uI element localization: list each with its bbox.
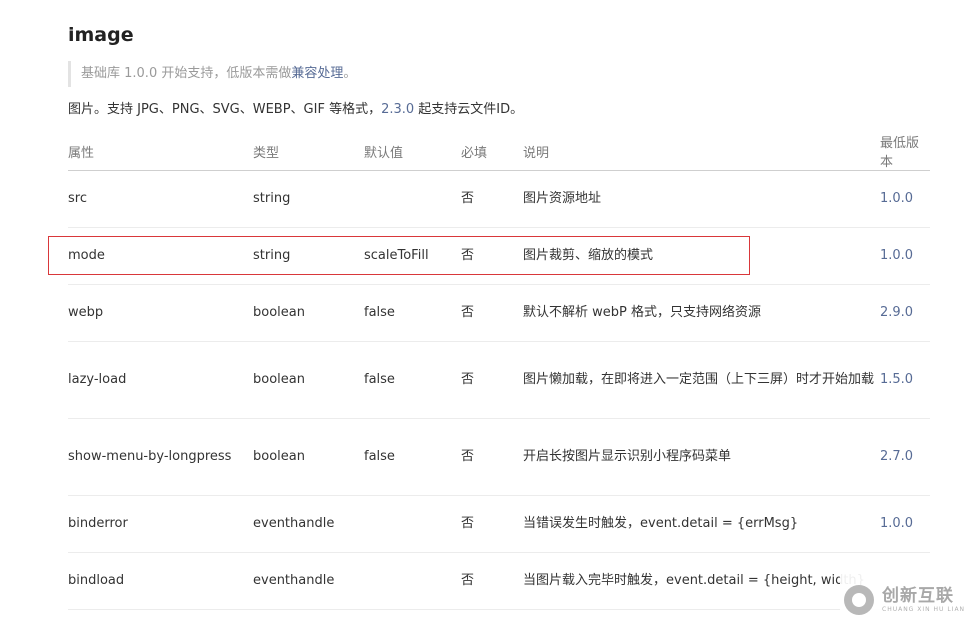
header-attr: 属性 [68, 132, 253, 171]
cell-required: 否 [461, 495, 523, 553]
cell-required: 否 [461, 227, 523, 285]
header-required: 必填 [461, 132, 523, 171]
cell-attr: mode [68, 227, 253, 285]
cell-default: false [364, 284, 461, 342]
header-desc: 说明 [523, 132, 880, 171]
notice-suffix: 。 [343, 66, 357, 81]
cell-version: 1.5.0 [880, 341, 930, 419]
attributes-table: 属性 类型 默认值 必填 说明 最低版本 src string 否 图片资源地址… [68, 132, 930, 610]
cell-desc: 默认不解析 webP 格式，只支持网络资源 [523, 284, 880, 342]
page-title: image [68, 24, 134, 46]
cell-type: string [253, 227, 364, 285]
cell-required: 否 [461, 284, 523, 342]
cell-default: false [364, 418, 461, 496]
header-type: 类型 [253, 132, 364, 171]
brand-text: 创新互联 CHUANG XIN HU LIAN [882, 586, 965, 614]
cell-default: false [364, 341, 461, 419]
cell-required: 否 [461, 418, 523, 496]
header-default: 默认值 [364, 132, 461, 171]
cell-default [364, 170, 461, 228]
brand-name-en: CHUANG XIN HU LIAN [882, 606, 966, 613]
compat-link[interactable]: 兼容处理 [291, 66, 343, 81]
cell-attr: lazy-load [68, 341, 253, 419]
cell-type: eventhandle [253, 552, 364, 610]
table-row: binderror eventhandle 否 当错误发生时触发，event.d… [68, 495, 930, 553]
cell-desc: 当图片载入完毕时触发，event.detail = {height, width… [523, 552, 880, 610]
cell-version: 2.9.0 [880, 284, 930, 342]
cell-type: boolean [253, 284, 364, 342]
table-row: show-menu-by-longpress boolean false 否 开… [68, 418, 930, 496]
cell-type: boolean [253, 341, 364, 419]
cell-attr: binderror [68, 495, 253, 553]
table-row: bindload eventhandle 否 当图片载入完毕时触发，event.… [68, 552, 930, 610]
desc-suffix: 起支持云文件ID。 [414, 102, 524, 117]
cell-desc: 当错误发生时触发，event.detail = {errMsg} [523, 495, 880, 553]
table-header-row: 属性 类型 默认值 必填 说明 最低版本 [68, 132, 930, 171]
cell-attr: webp [68, 284, 253, 342]
cell-default: scaleToFill [364, 227, 461, 285]
cell-version: 2.7.0 [880, 418, 930, 496]
table-row: src string 否 图片资源地址 1.0.0 [68, 170, 930, 228]
cell-version: 1.0.0 [880, 495, 930, 553]
header-version: 最低版本 [880, 132, 930, 171]
desc-text: 图片。支持 JPG、PNG、SVG、WEBP、GIF 等格式， [68, 102, 382, 117]
cell-default [364, 495, 461, 553]
cell-desc: 图片资源地址 [523, 170, 880, 228]
table-row: webp boolean false 否 默认不解析 webP 格式，只支持网络… [68, 284, 930, 342]
desc-version: 2.3.0 [381, 102, 415, 117]
cell-required: 否 [461, 552, 523, 610]
cell-attr: src [68, 170, 253, 228]
cell-desc: 图片懒加载，在即将进入一定范围（上下三屏）时才开始加载 [523, 341, 880, 419]
cell-attr: show-menu-by-longpress [68, 418, 253, 496]
brand-name-cn: 创新互联 [882, 586, 954, 606]
cell-desc: 图片裁剪、缩放的模式 [523, 227, 880, 285]
cell-version: 1.0.0 [880, 227, 930, 285]
cell-default [364, 552, 461, 610]
cell-desc: 开启长按图片显示识别小程序码菜单 [523, 418, 880, 496]
table-row: mode string scaleToFill 否 图片裁剪、缩放的模式 1.0… [68, 227, 930, 285]
notice-text: 基础库 1.0.0 开始支持，低版本需做 [81, 66, 292, 81]
brand-logo-icon [844, 585, 874, 615]
cell-type: string [253, 170, 364, 228]
cell-type: eventhandle [253, 495, 364, 553]
cell-version: 1.0.0 [880, 170, 930, 228]
table-row: lazy-load boolean false 否 图片懒加载，在即将进入一定范… [68, 341, 930, 419]
cell-required: 否 [461, 170, 523, 228]
cell-required: 否 [461, 341, 523, 419]
component-description: 图片。支持 JPG、PNG、SVG、WEBP、GIF 等格式，2.3.0 起支持… [68, 98, 523, 117]
brand-watermark: 创新互联 CHUANG XIN HU LIAN [840, 574, 978, 626]
cell-attr: bindload [68, 552, 253, 610]
version-notice: 基础库 1.0.0 开始支持，低版本需做兼容处理。 [68, 61, 928, 87]
cell-type: boolean [253, 418, 364, 496]
